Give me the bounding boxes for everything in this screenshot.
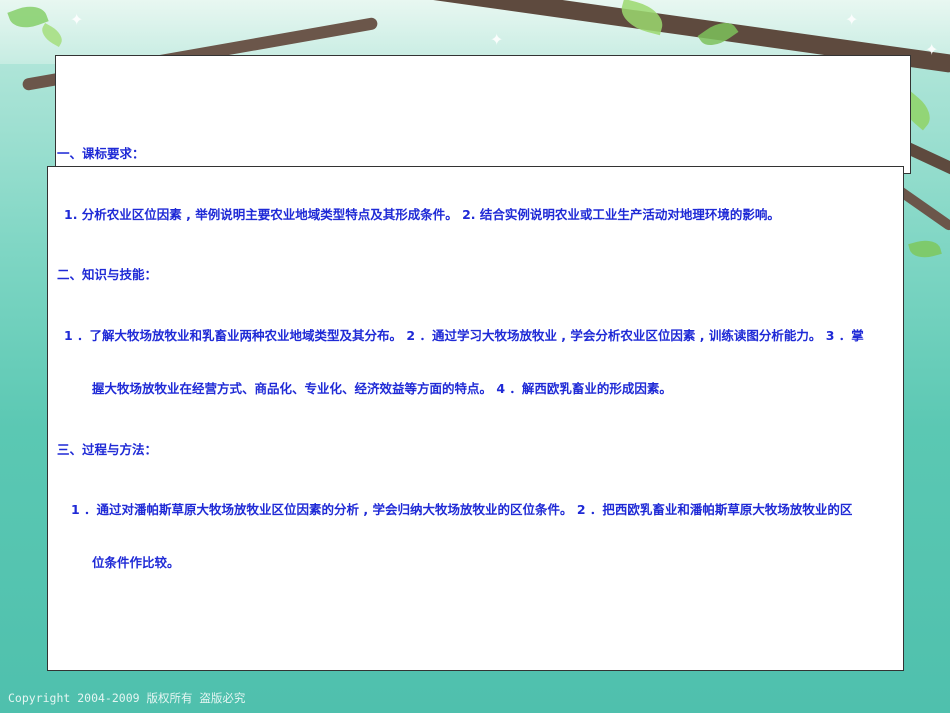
section-heading-knowledge: 二、知识与技能： (57, 267, 158, 282)
sparkle-icon: ✦ (70, 10, 84, 29)
section-heading-process: 三、过程与方法： (57, 442, 158, 457)
title-panel (55, 55, 911, 174)
section-body-process-line2: 位条件作比较。 (92, 555, 180, 570)
section-body-curriculum: 1. 分析农业区位因素 , 举例说明主要农业地域类型特点及其形成条件。 2. 结… (64, 207, 780, 222)
copyright-footer: Copyright 2004-2009 版权所有 盗版必究 (8, 691, 246, 705)
sparkle-icon: ✦ (490, 30, 504, 49)
section-heading-curriculum: 一、课标要求： (57, 146, 145, 161)
section-body-process-line1: 1 ．通过对潘帕斯草原大牧场放牧业区位因素的分析 , 学会归纳大牧场放牧业的区位… (71, 502, 853, 517)
leaf-icon (908, 236, 942, 262)
section-body-knowledge-line2: 握大牧场放牧业在经营方式、商品化、专业化、经济效益等方面的特点。 4 ．解西欧乳… (92, 381, 672, 396)
sparkle-icon: ✦ (845, 10, 859, 29)
sparkle-icon: ✦ (925, 40, 939, 59)
content-panel (47, 166, 904, 671)
section-body-knowledge-line1: 1 ．了解大牧场放牧业和乳畜业两种农业地域类型及其分布。 2 ．通过学习大牧场放… (64, 328, 864, 343)
